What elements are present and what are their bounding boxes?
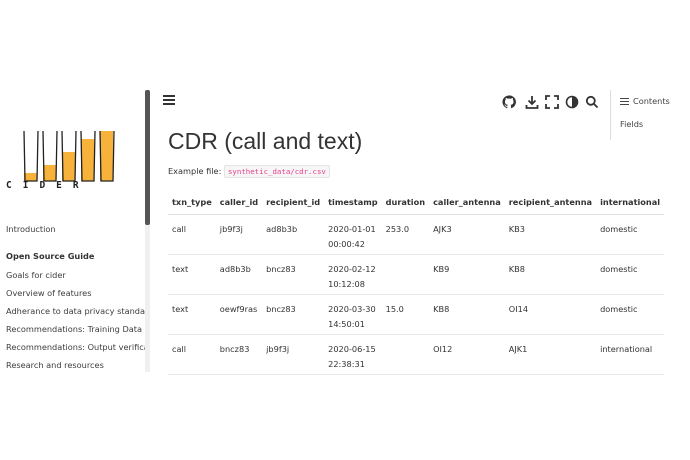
table-header-row: txn_type caller_id recipient_id timestam… <box>168 190 665 215</box>
cider-logo[interactable] <box>22 125 122 183</box>
sidebar-item-training-data[interactable]: Recommendations: Training Data <box>6 320 150 338</box>
sidebar-scrollbar-thumb[interactable] <box>145 90 150 225</box>
column-header-duration: duration <box>381 190 430 215</box>
table-cell: 2020-03-30 14:50:01 <box>324 294 382 335</box>
table-cell: 15.0 <box>381 294 430 335</box>
theme-toggle-icon[interactable] <box>565 94 579 109</box>
table-cell: domestic <box>596 214 665 255</box>
page-title: CDR (call and text) <box>168 128 363 154</box>
table-cell: text <box>168 254 216 295</box>
logo-glasses-graphic <box>23 130 115 182</box>
table-cell: text <box>168 294 216 335</box>
table-cell: 2020-06-15 22:38:31 <box>324 334 382 375</box>
table-row: call bncz83 jb9f3j 2020-06-15 22:38:31 O… <box>168 334 665 375</box>
table-cell: call <box>168 214 216 255</box>
toc-item-fields[interactable]: Fields <box>620 119 643 129</box>
table-row: call jb9f3j ad8b3b 2020-01-01 00:00:42 2… <box>168 214 665 255</box>
table-cell: bncz83 <box>215 334 263 375</box>
table-cell <box>381 254 430 295</box>
sidebar-item-introduction[interactable]: Introduction <box>6 220 150 238</box>
sidebar-item-goals[interactable]: Goals for cider <box>6 266 150 284</box>
list-icon <box>620 96 629 106</box>
table-cell: domestic <box>596 254 665 295</box>
table-cell: bncz83 <box>262 294 325 335</box>
download-icon[interactable] <box>525 94 539 109</box>
toc-title-label: Contents <box>633 96 670 106</box>
table-cell: AJK3 <box>429 214 505 255</box>
table-cell: KB3 <box>504 214 597 255</box>
sidebar-item-output-verification[interactable]: Recommendations: Output verification <box>6 338 150 356</box>
table-cell: OI14 <box>504 294 597 335</box>
github-icon[interactable] <box>502 94 516 109</box>
column-header-timestamp: timestamp <box>324 190 382 215</box>
table-cell: oewf9ras <box>215 294 263 335</box>
header-toolbar <box>152 88 607 114</box>
table-cell: 2020-01-01 00:00:42 <box>324 214 382 255</box>
sidebar-item-overview[interactable]: Overview of features <box>6 284 150 302</box>
cdr-fields-table: txn_type caller_id recipient_id timestam… <box>168 190 665 375</box>
column-header-caller-antenna: caller_antenna <box>429 190 505 215</box>
search-icon[interactable] <box>585 94 599 109</box>
column-header-recipient-antenna: recipient_antenna <box>504 190 597 215</box>
sidebar: CIDER Introduction Open Source Guide Goa… <box>0 90 150 372</box>
example-file-line: Example file: synthetic_data/cdr.csv <box>168 165 330 178</box>
table-row: text oewf9ras bncz83 2020-03-30 14:50:01… <box>168 294 665 335</box>
table-cell: ad8b3b <box>262 214 325 255</box>
table-cell: 2020-02-12 10:12:08 <box>324 254 382 295</box>
table-cell: jb9f3j <box>215 214 263 255</box>
sidebar-item-privacy[interactable]: Adherance to data privacy standards <box>6 302 150 320</box>
table-cell: bncz83 <box>262 254 325 295</box>
column-header-recipient-id: recipient_id <box>262 190 325 215</box>
table-cell: international <box>596 334 665 375</box>
table-cell: domestic <box>596 294 665 335</box>
toc-title[interactable]: Contents <box>620 96 670 107</box>
fullscreen-icon[interactable] <box>545 94 559 109</box>
table-cell: 253.0 <box>381 214 430 255</box>
table-cell: OI12 <box>429 334 505 375</box>
table-cell: KB8 <box>504 254 597 295</box>
sidebar-caption: Open Source Guide <box>6 251 95 261</box>
sidebar-item-research[interactable]: Research and resources <box>6 356 150 372</box>
table-cell: KB9 <box>429 254 505 295</box>
table-cell: ad8b3b <box>215 254 263 295</box>
example-label: Example file: <box>168 166 222 176</box>
column-header-caller-id: caller_id <box>215 190 263 215</box>
column-header-txn-type: txn_type <box>168 190 216 215</box>
page-toc: Contents Fields <box>610 90 690 140</box>
table-cell <box>381 334 430 375</box>
menu-icon[interactable] <box>163 95 175 105</box>
table-cell: KB8 <box>429 294 505 335</box>
example-file-path: synthetic_data/cdr.csv <box>223 165 330 178</box>
column-header-international: international <box>596 190 665 215</box>
sidebar-nav: Introduction Open Source Guide Goals for… <box>6 220 150 372</box>
table-cell: AJK1 <box>504 334 597 375</box>
table-cell: call <box>168 334 216 375</box>
table-cell: jb9f3j <box>262 334 325 375</box>
table-row: text ad8b3b bncz83 2020-02-12 10:12:08 K… <box>168 254 665 295</box>
logo-wordmark: CIDER <box>6 180 90 191</box>
